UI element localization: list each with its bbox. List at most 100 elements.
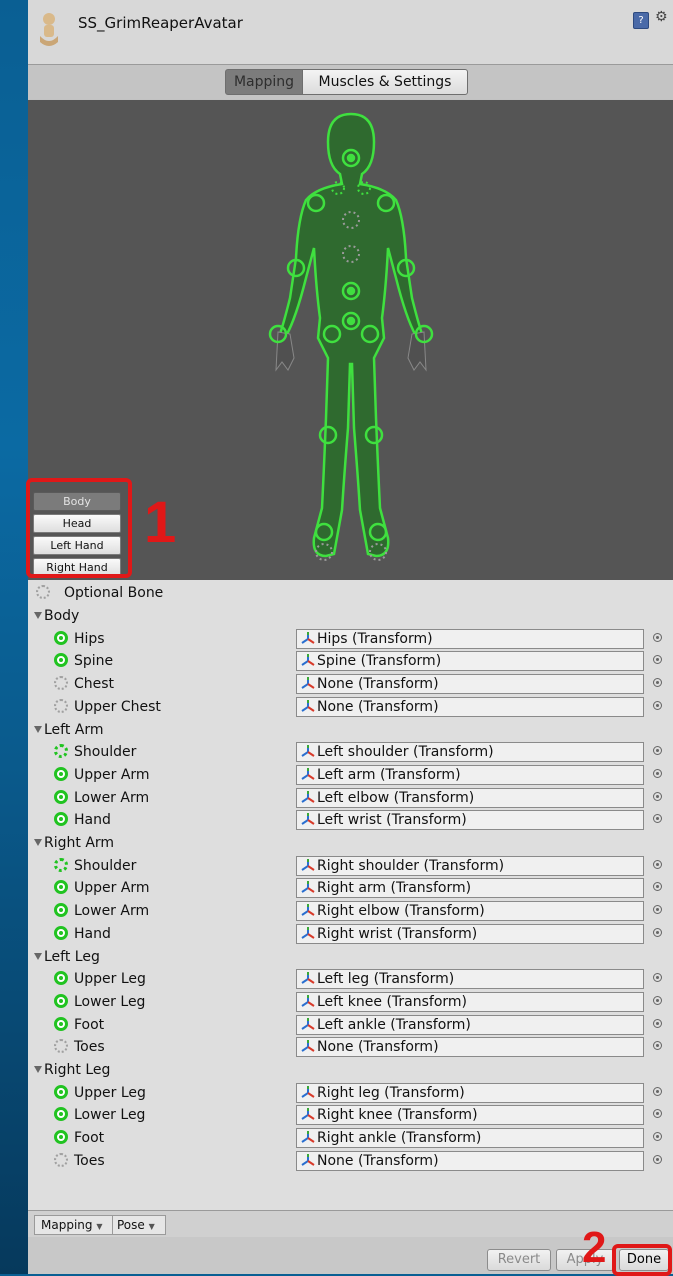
triangle-down-icon (34, 952, 42, 960)
object-picker-icon[interactable] (653, 1041, 662, 1051)
chevron-down-icon: ▼ (148, 1222, 155, 1231)
object-picker-icon[interactable] (653, 655, 662, 665)
bone-transform-field[interactable]: Left arm (Transform) (296, 764, 644, 785)
bone-row: Shoulder Right shoulder (Transform) (28, 855, 673, 878)
revert-button[interactable]: Revert (487, 1249, 551, 1271)
bone-transform-field[interactable]: Left leg (Transform) (296, 969, 644, 990)
object-picker-icon[interactable] (653, 1154, 662, 1164)
bone-transform-field[interactable]: None (Transform) (296, 674, 644, 695)
bone-transform-field[interactable]: None (Transform) (296, 1037, 644, 1058)
bone-transform-field[interactable]: Left knee (Transform) (296, 991, 644, 1012)
transform-icon (301, 813, 315, 826)
annotation-highlight-body-parts (26, 478, 132, 578)
bone-required-icon (54, 630, 68, 645)
object-picker-icon[interactable] (653, 791, 662, 801)
bone-mapping-list: Optional Bone Body Hips Hips (Transform) Sp… (28, 580, 673, 1210)
optional-bone-icon (36, 585, 50, 599)
bone-required-icon (54, 1016, 68, 1031)
bone-transform-value: None (Transform) (317, 1039, 439, 1056)
bone-label: Chest (74, 676, 115, 693)
object-picker-icon[interactable] (653, 905, 662, 915)
gear-icon[interactable]: ⚙ (655, 9, 668, 25)
object-picker-icon[interactable] (653, 973, 662, 983)
bone-transform-field[interactable]: Left elbow (Transform) (296, 787, 644, 808)
bone-transform-field[interactable]: Right elbow (Transform) (296, 901, 644, 922)
group-header[interactable]: Right Leg (28, 1059, 673, 1082)
bone-transform-field[interactable]: Spine (Transform) (296, 651, 644, 672)
bone-transform-field[interactable]: Right arm (Transform) (296, 878, 644, 899)
help-book-icon[interactable]: ? (633, 12, 649, 29)
bone-transform-value: Left leg (Transform) (317, 971, 455, 988)
tab-mapping[interactable]: Mapping (225, 69, 303, 95)
transform-icon (301, 699, 315, 712)
bone-transform-field[interactable]: Left ankle (Transform) (296, 1014, 644, 1035)
bone-label: Shoulder (74, 857, 137, 874)
object-picker-icon[interactable] (653, 995, 662, 1005)
bone-transform-field[interactable]: Right wrist (Transform) (296, 923, 644, 944)
group-label: Right Arm (44, 835, 115, 851)
bone-transform-value: Right leg (Transform) (317, 1084, 465, 1101)
bone-row: Upper Leg Right leg (Transform) (28, 1082, 673, 1105)
bone-transform-field[interactable]: Left wrist (Transform) (296, 810, 644, 831)
object-picker-icon[interactable] (653, 1132, 662, 1142)
object-picker-icon[interactable] (653, 859, 662, 869)
object-picker-icon[interactable] (653, 1086, 662, 1096)
object-picker-icon[interactable] (653, 632, 662, 642)
group-header[interactable]: Right Arm (28, 832, 673, 855)
object-picker-icon[interactable] (653, 700, 662, 710)
transform-icon (301, 1153, 315, 1166)
bone-required-icon (54, 971, 68, 986)
object-picker-icon[interactable] (653, 678, 662, 688)
transform-icon (301, 631, 315, 644)
bone-label: Hand (74, 812, 111, 829)
group-header[interactable]: Left Arm (28, 719, 673, 742)
bone-transform-value: Right wrist (Transform) (317, 925, 478, 942)
triangle-down-icon (34, 725, 42, 733)
transform-icon (301, 677, 315, 689)
transform-icon (301, 1017, 315, 1030)
bone-transform-value: Right elbow (Transform) (317, 903, 485, 920)
bone-transform-value: Right shoulder (Transform) (317, 857, 505, 874)
bone-transform-field[interactable]: Left shoulder (Transform) (296, 742, 644, 763)
group-header[interactable]: Body (28, 605, 673, 628)
transform-icon (301, 994, 315, 1007)
bone-row: Upper Chest None (Transform) (28, 696, 673, 719)
transform-icon (301, 1131, 315, 1143)
bone-required-icon (54, 766, 68, 781)
mapping-dropdown[interactable]: Mapping ▼ (34, 1215, 118, 1235)
bone-label: Foot (74, 1130, 105, 1147)
bone-label: Toes (74, 1152, 105, 1169)
bone-row: Hand Right wrist (Transform) (28, 923, 673, 946)
bone-transform-value: Left ankle (Transform) (317, 1016, 471, 1033)
bone-transform-value: Left knee (Transform) (317, 993, 468, 1010)
group-header[interactable]: Left Leg (28, 946, 673, 969)
tab-muscles-settings[interactable]: Muscles & Settings (302, 69, 468, 95)
object-picker-icon[interactable] (653, 746, 662, 756)
bone-optional-icon (54, 676, 68, 691)
bone-transform-field[interactable]: Right ankle (Transform) (296, 1128, 644, 1149)
object-picker-icon[interactable] (653, 768, 662, 778)
object-picker-icon[interactable] (653, 927, 662, 937)
transform-icon (301, 881, 315, 894)
bone-transform-value: Left shoulder (Transform) (317, 744, 494, 761)
bone-transform-field[interactable]: Right leg (Transform) (296, 1082, 644, 1103)
bone-optional-icon (54, 1152, 68, 1167)
object-picker-icon[interactable] (653, 882, 662, 892)
object-picker-icon[interactable] (653, 814, 662, 824)
bone-transform-value: Right arm (Transform) (317, 880, 472, 897)
bone-transform-field[interactable]: None (Transform) (296, 696, 644, 717)
bone-transform-field[interactable]: Right shoulder (Transform) (296, 855, 644, 876)
bone-transform-field[interactable]: Hips (Transform) (296, 628, 644, 649)
object-picker-icon[interactable] (653, 1018, 662, 1028)
bone-transform-field[interactable]: Right knee (Transform) (296, 1105, 644, 1126)
bone-required-icon (54, 1130, 68, 1145)
pose-dropdown[interactable]: Pose ▼ (112, 1215, 166, 1235)
transform-icon (301, 745, 315, 758)
group-label: Left Arm (44, 721, 104, 738)
bone-transform-field[interactable]: None (Transform) (296, 1150, 644, 1171)
bone-required-icon (54, 925, 68, 940)
transform-icon (301, 790, 315, 803)
object-picker-icon[interactable] (653, 1109, 662, 1119)
bone-optional-icon (54, 1039, 68, 1054)
bone-optional-assigned-icon (54, 857, 68, 872)
